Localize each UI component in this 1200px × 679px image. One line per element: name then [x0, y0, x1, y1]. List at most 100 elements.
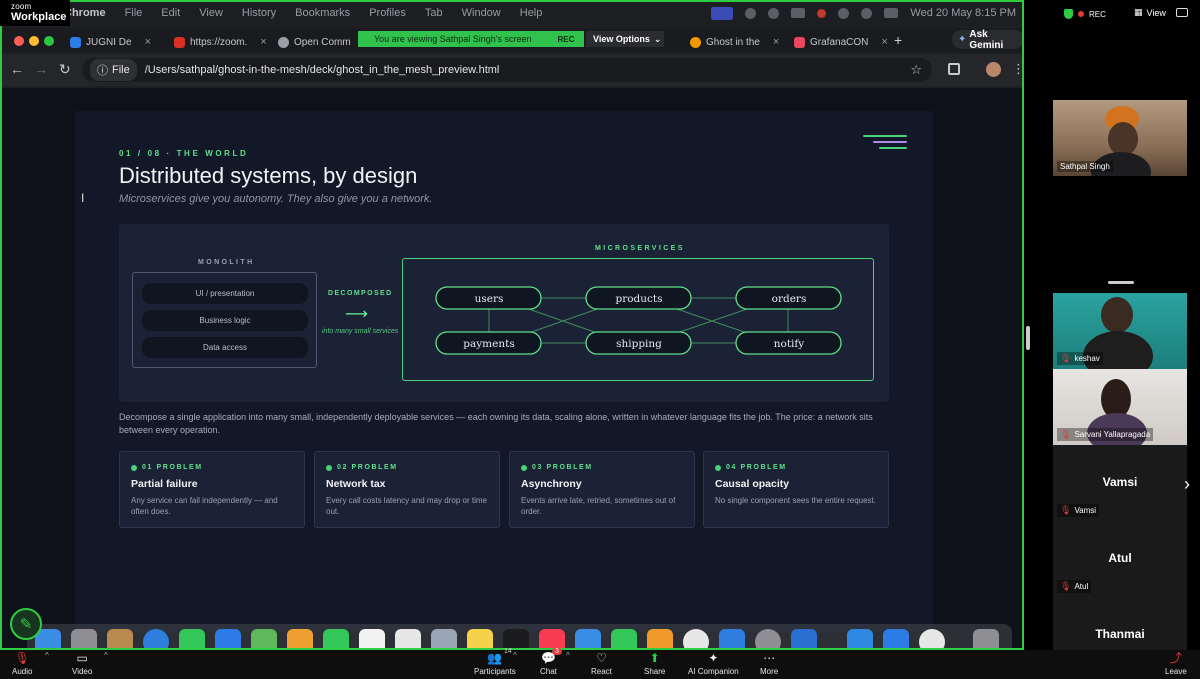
pages-icon[interactable] [647, 629, 673, 648]
reminders-icon[interactable] [395, 629, 421, 648]
address-bar[interactable]: ⓘ File /Users/sathpal/ghost-in-the-mesh/… [82, 58, 932, 82]
arrow-right-icon: ⟶ [345, 306, 368, 323]
share-button[interactable]: ⬆ Share [644, 650, 665, 679]
more-button[interactable]: ⋯ More [760, 650, 778, 679]
close-window-button[interactable] [14, 36, 24, 46]
chevron-right-icon[interactable]: › [1184, 474, 1190, 495]
close-tab-icon[interactable]: × [145, 36, 151, 48]
zoom-menubar-icon[interactable] [791, 8, 806, 18]
tab-jugni[interactable]: JUGNI De × [64, 32, 151, 52]
photos-icon[interactable] [287, 629, 313, 648]
video-tile-sathpal[interactable]: Sathpal Singh [1053, 100, 1187, 176]
messages-icon[interactable] [179, 629, 205, 648]
wifi-icon[interactable] [838, 7, 850, 19]
chat-options-caret[interactable]: ^ [566, 651, 570, 660]
react-button[interactable]: ♡ React [591, 650, 612, 679]
record-icon[interactable] [817, 8, 827, 18]
zoom-app-icon[interactable] [883, 629, 909, 648]
menu-edit[interactable]: Edit [161, 7, 180, 19]
menu-file[interactable]: File [125, 7, 143, 19]
tv-icon[interactable] [503, 629, 529, 648]
menu-bookmarks[interactable]: Bookmarks [295, 7, 350, 19]
tab-ghost[interactable]: Ghost in the × [684, 32, 779, 52]
video-tile-vamsi[interactable]: Vamsi 🎙 Vamsi [1053, 445, 1187, 521]
maps-icon[interactable] [251, 629, 277, 648]
video-button[interactable]: ▭ Video [72, 650, 92, 679]
reload-icon[interactable]: ↻ [59, 62, 71, 76]
video-tile-keshav[interactable]: 🎙 keshav [1053, 293, 1187, 369]
menu-help[interactable]: Help [520, 7, 543, 19]
video-tile-thanmai[interactable]: Thanmai [1053, 597, 1187, 650]
back-icon[interactable]: ← [10, 62, 24, 76]
chrome-icon[interactable] [919, 629, 945, 648]
extensions-icon[interactable] [948, 63, 960, 75]
focus-icon[interactable] [745, 7, 757, 19]
ask-gemini-button[interactable]: ✦ Ask Gemini [952, 28, 1022, 51]
menu-profiles[interactable]: Profiles [369, 7, 406, 19]
close-tab-icon[interactable]: × [260, 36, 266, 48]
browser-menu-icon[interactable]: ⋮ [1012, 61, 1022, 77]
window-icon[interactable] [1176, 8, 1188, 17]
bookmark-star-icon[interactable]: ☆ [910, 62, 922, 78]
close-tab-icon[interactable]: × [881, 36, 887, 48]
app-icon[interactable] [107, 629, 133, 648]
docker-icon[interactable] [847, 629, 873, 648]
chat-button[interactable]: 💬 3 Chat [540, 648, 562, 679]
profile-avatar[interactable] [986, 62, 1001, 77]
close-tab-icon[interactable]: × [773, 36, 779, 48]
audio-options-caret[interactable]: ^ [45, 651, 49, 660]
tab-grafanacon[interactable]: GrafanaCON × [788, 32, 888, 52]
timer-icon[interactable] [768, 7, 780, 19]
problem-card: 04 PROBLEM Causal opacity No single comp… [703, 451, 889, 528]
screen-share-status-icon[interactable] [711, 6, 734, 20]
freeform-icon[interactable] [431, 629, 457, 648]
view-button[interactable]: ▦ View [1134, 7, 1166, 18]
mic-off-icon: 🎙 [1060, 429, 1072, 439]
trash-icon[interactable] [973, 629, 999, 648]
safari-icon[interactable] [143, 629, 169, 648]
forward-icon[interactable]: → [34, 62, 48, 76]
mac-dock [27, 624, 1012, 648]
ai-companion-button[interactable]: ✦ AI Companion [688, 650, 739, 679]
annotate-pencil-icon[interactable]: ✎ [10, 608, 42, 640]
launchpad-icon[interactable] [71, 629, 97, 648]
site-info-chip[interactable]: ⓘ File [90, 59, 137, 81]
leave-button[interactable]: ⤴ Leave [1165, 650, 1187, 679]
vscode-icon[interactable] [791, 629, 817, 648]
mail-icon[interactable] [215, 629, 241, 648]
ask-gemini-label: Ask Gemini [969, 28, 1004, 51]
spotlight-icon[interactable] [861, 7, 873, 19]
video-tile-sarvani[interactable]: 🎙 Sarvani Yallapragada [1053, 369, 1187, 445]
participants-options-caret[interactable]: ^ [513, 651, 517, 660]
panel-resize-handle[interactable] [1108, 281, 1134, 284]
numbers-icon[interactable] [611, 629, 637, 648]
tab-open-comm[interactable]: Open Comm [272, 32, 351, 52]
new-tab-icon[interactable]: + [894, 32, 902, 48]
participants-button[interactable]: 👥 14 Participants [474, 648, 516, 679]
view-options-button[interactable]: View Options ⌄ [586, 31, 664, 47]
chrome-icon[interactable] [683, 629, 709, 648]
music-icon[interactable] [539, 629, 565, 648]
app-store-icon[interactable] [719, 629, 745, 648]
notes-icon[interactable] [467, 629, 493, 648]
video-options-caret[interactable]: ^ [104, 651, 108, 660]
minimize-window-button[interactable] [29, 36, 39, 46]
menu-window[interactable]: Window [462, 7, 501, 19]
tab-zoom[interactable]: https://zoom. × [168, 32, 267, 52]
menu-history[interactable]: History [242, 7, 276, 19]
menu-app[interactable]: Chrome [64, 7, 106, 19]
recording-indicator[interactable]: REC [1064, 6, 1142, 22]
panel-drag-handle[interactable] [1026, 326, 1030, 350]
menu-tab[interactable]: Tab [425, 7, 443, 19]
control-center-icon[interactable] [884, 8, 899, 18]
settings-icon[interactable] [755, 629, 781, 648]
keynote-icon[interactable] [575, 629, 601, 648]
calendar-icon[interactable] [359, 629, 385, 648]
menu-view[interactable]: View [199, 7, 223, 19]
video-tile-atul[interactable]: Atul 🎙 Atul [1053, 521, 1187, 597]
zoom-toolbar: 🎙 Audio ^ ▭ Video ^ 👥 14 Participants ^ … [0, 648, 1200, 679]
audio-button[interactable]: 🎙 Audio [12, 650, 32, 679]
facetime-icon[interactable] [323, 629, 349, 648]
zoom-window-button[interactable] [44, 36, 54, 46]
mic-off-icon: 🎙 [14, 651, 30, 665]
